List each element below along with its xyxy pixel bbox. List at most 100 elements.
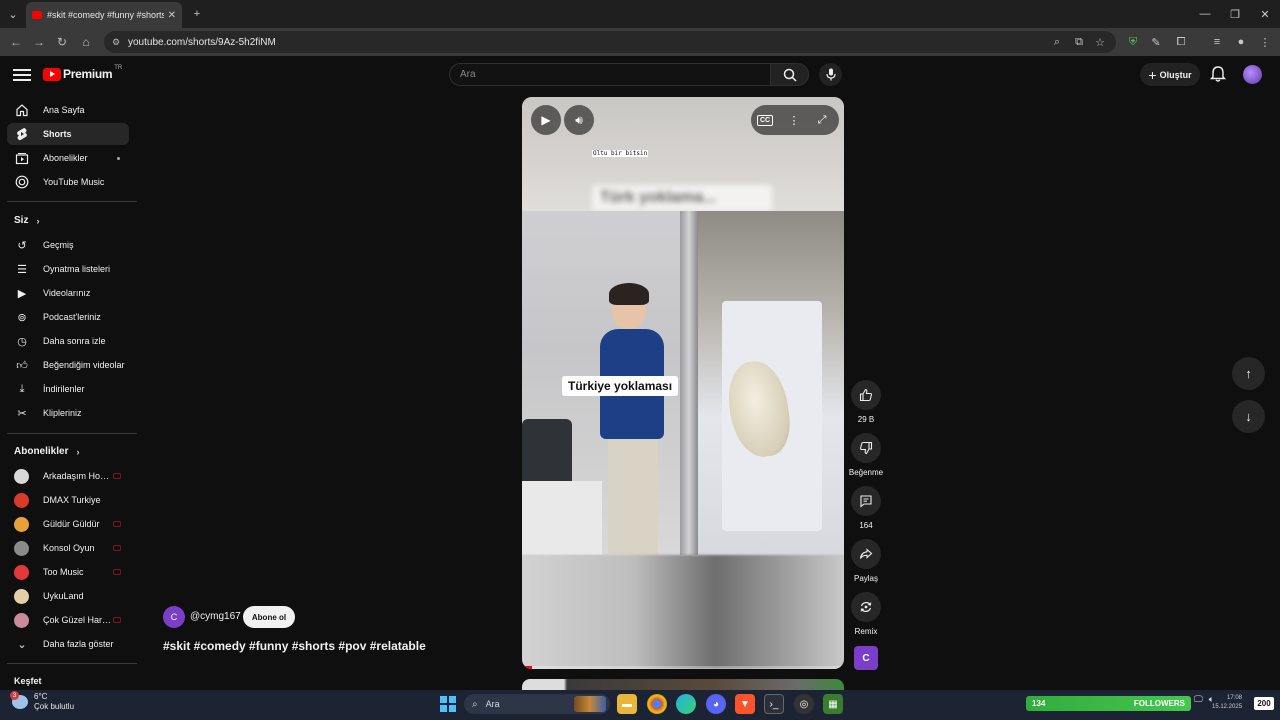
minimize-button[interactable]: — — [1190, 0, 1220, 28]
restore-button[interactable]: ❐ — [1220, 0, 1250, 28]
account-avatar[interactable] — [1243, 65, 1262, 84]
captions-button[interactable]: CC — [751, 105, 779, 135]
site-info-icon[interactable]: ⚙ — [112, 37, 120, 48]
sidebar-item-playlists[interactable]: ☰ Oynatma listeleri — [7, 258, 129, 280]
sidebar-item-shorts[interactable]: Shorts — [7, 123, 129, 145]
channel-name[interactable]: @cymg167 — [190, 611, 241, 622]
weather-widget[interactable]: 3 6°C Çok bulutlu — [10, 691, 74, 712]
extensions-puzzle-icon[interactable]: ⧠ — [1170, 28, 1192, 56]
subscriptions-section-header[interactable]: Abonelikler › — [14, 446, 79, 457]
show-more-button[interactable]: ⌄ Daha fazla göster — [7, 633, 129, 655]
sidebar-sub-channel[interactable]: UykuLand — [7, 585, 129, 607]
sidebar-sub-channel[interactable]: Too Music — [7, 561, 129, 583]
video-subtitle-text: Oltu bir bitsin — [592, 150, 649, 157]
sidebar-sub-channel[interactable]: Arkadaşım Hoşg... — [7, 465, 129, 487]
sidebar-sub-channel[interactable]: Çok Güzel Harek... — [7, 609, 129, 631]
browser-tab[interactable]: #skit #comedy #funny #shorts #... ✕ — [26, 2, 182, 28]
search-button[interactable] — [771, 63, 809, 86]
close-window-button[interactable]: ✕ — [1250, 0, 1280, 28]
next-short-preview[interactable] — [522, 679, 844, 690]
channel-avatar[interactable]: C — [163, 606, 185, 628]
sidebar-item-liked-videos[interactable]: 👍︎ Beğendiğim videolar — [7, 354, 129, 376]
thumbs-down-icon[interactable] — [851, 433, 881, 463]
reading-list-icon[interactable]: ≡ — [1206, 28, 1228, 56]
sidebar-sub-channel[interactable]: Güldür Güldür — [7, 513, 129, 535]
sidebar-sub-channel[interactable]: Konsol Oyun — [7, 537, 129, 559]
edge-icon[interactable] — [676, 694, 696, 714]
live-indicator-icon — [113, 473, 121, 479]
discord-icon[interactable]: ◕ — [706, 694, 726, 714]
extension-shield-icon[interactable]: ⛨ — [1122, 28, 1144, 56]
tab-search-icon[interactable]: ⌄ — [0, 0, 26, 28]
sidebar-sub-channel[interactable]: DMAX Turkiye — [7, 489, 129, 511]
more-options-button[interactable]: ⋮ — [780, 105, 808, 135]
sidebar-item-podcasts[interactable]: ⊚ Podcast'leriniz — [7, 306, 129, 328]
create-button[interactable]: + Oluştur — [1140, 63, 1200, 86]
sidebar-item-your-videos[interactable]: ▶ Videolarınız — [7, 282, 129, 304]
minecraft-icon[interactable]: ▦ — [823, 694, 843, 714]
sidebar-item-downloads[interactable]: ⤓ İndirilenler — [7, 378, 129, 400]
comment-icon[interactable] — [851, 486, 881, 516]
volume-button[interactable]: 🔊︎ — [564, 105, 594, 135]
youtube-premium-logo[interactable]: Premium TR — [43, 65, 122, 81]
home-button-icon[interactable]: ⌂ — [74, 28, 98, 56]
windows-start-icon[interactable] — [440, 696, 456, 712]
video-person-pants — [608, 437, 658, 555]
sidebar-item-label: Podcast'leriniz — [43, 312, 101, 322]
live-indicator-icon — [113, 569, 121, 575]
sidebar-item-home[interactable]: Ana Sayfa — [7, 99, 129, 121]
install-app-icon[interactable]: ⧉ — [1068, 28, 1090, 56]
comments-action[interactable]: 164 — [850, 486, 882, 530]
thumbs-up-icon[interactable] — [851, 380, 881, 410]
menu-icon[interactable] — [13, 66, 31, 84]
like-action[interactable]: 29 B — [850, 380, 882, 424]
browser-menu-icon[interactable]: ⋮ — [1254, 28, 1276, 56]
volume-icon: 🔊︎ — [575, 112, 583, 127]
steam-icon[interactable]: ◎ — [794, 694, 814, 714]
previous-short-button[interactable]: ↑ — [1232, 357, 1265, 390]
subscribe-button[interactable]: Abone ol — [243, 606, 295, 628]
dislike-action[interactable]: Beğenme — [849, 433, 883, 477]
you-section-header[interactable]: Siz › — [14, 215, 39, 226]
video-progress-bar[interactable] — [522, 666, 844, 669]
sidebar-item-watch-later[interactable]: ◷ Daha sonra izle — [7, 330, 129, 352]
sidebar-item-subscriptions[interactable]: Abonelikler — [7, 147, 129, 169]
extension-pen-icon[interactable]: ✎ — [1145, 28, 1167, 56]
file-explorer-icon[interactable]: ▬ — [617, 694, 637, 714]
video-description[interactable]: #skit #comedy #funny #shorts #pov #relat… — [163, 639, 426, 653]
notification-count-badge[interactable]: 200 — [1254, 697, 1274, 710]
zoom-icon[interactable]: ⌕ — [1046, 28, 1068, 56]
sidebar-item-label: Çok Güzel Harek... — [43, 615, 113, 625]
play-button[interactable]: ▶ — [531, 105, 561, 135]
close-tab-icon[interactable]: ✕ — [168, 10, 176, 21]
like-icon: 👍︎ — [16, 359, 28, 372]
back-icon[interactable]: ← — [4, 28, 28, 56]
reload-icon[interactable]: ↻ — [50, 28, 74, 56]
share-icon[interactable] — [851, 539, 881, 569]
network-icon[interactable]: 🖵︎ — [1194, 694, 1203, 705]
profile-avatar-icon[interactable]: ● — [1230, 28, 1252, 56]
bookmark-star-icon[interactable]: ☆ — [1089, 28, 1111, 56]
terminal-icon[interactable]: ›_ — [764, 694, 784, 714]
new-tab-button[interactable]: + — [182, 0, 212, 28]
search-input[interactable]: Ara — [449, 63, 771, 86]
next-short-button[interactable]: ↓ — [1232, 400, 1265, 433]
sidebar-item-youtube-music[interactable]: YouTube Music — [7, 171, 129, 193]
date: 15.12.2025 — [1212, 704, 1243, 710]
chrome-icon[interactable] — [647, 694, 667, 714]
forward-icon[interactable]: → — [27, 28, 51, 56]
sidebar-item-clips[interactable]: ✂ Klipleriniz — [7, 402, 129, 424]
channel-avatar-button[interactable]: C — [854, 646, 878, 670]
taskbar-search[interactable]: ⌕ Ara — [464, 694, 610, 714]
fullscreen-button[interactable]: ⤢ — [808, 105, 836, 135]
url-field[interactable]: ⚙ youtube.com/shorts/9Az-5h2fiNM — [104, 31, 1116, 53]
sidebar-item-history[interactable]: ↺ Geçmiş — [7, 234, 129, 256]
voice-search-button[interactable] — [819, 63, 842, 86]
remix-icon[interactable] — [851, 592, 881, 622]
shorts-video-player[interactable]: Türk yoklama... Oltu bir bitsin Türkiye … — [522, 97, 844, 669]
clock[interactable]: 17:08 15.12.2025 — [1212, 694, 1242, 712]
brave-icon[interactable]: ▼ — [735, 694, 755, 714]
remix-action[interactable]: Remix — [850, 592, 882, 636]
notifications-bell-icon[interactable] — [1209, 65, 1227, 83]
share-action[interactable]: Paylaş — [850, 539, 882, 583]
